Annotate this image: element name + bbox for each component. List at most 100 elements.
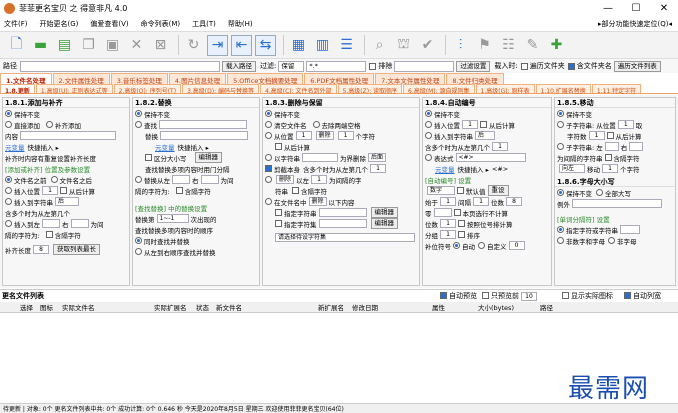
keep-radio[interactable] bbox=[425, 110, 432, 117]
direct-add-radio[interactable] bbox=[5, 121, 12, 128]
subtab-update[interactable]: 1.8.更新 bbox=[0, 84, 35, 95]
editor-button[interactable]: 编辑器 bbox=[370, 207, 398, 218]
traverse-list-button[interactable]: 遍历文件列表 bbox=[613, 60, 661, 72]
occur-stepper[interactable]: 1 bbox=[492, 142, 508, 151]
filter-mode-select[interactable]: 保留 bbox=[278, 60, 305, 72]
with-str-radio[interactable] bbox=[265, 154, 272, 161]
insert-pos-radio[interactable] bbox=[5, 187, 12, 194]
direction-select[interactable]: 向左 bbox=[559, 164, 585, 173]
left-stepper[interactable]: 1 bbox=[311, 175, 328, 184]
example-input[interactable] bbox=[572, 199, 662, 208]
delete2-radio[interactable] bbox=[265, 176, 272, 183]
close-icon[interactable]: ⊠ bbox=[150, 35, 171, 56]
menu-rename[interactable]: 开始更名(G) bbox=[40, 19, 79, 29]
copy-icon[interactable]: ❐ bbox=[78, 35, 99, 56]
add-folder-plus-icon[interactable]: ▤ bbox=[54, 35, 75, 56]
insert-to-str-radio[interactable] bbox=[425, 132, 432, 139]
filter-input[interactable]: *.* bbox=[306, 60, 367, 72]
col-new-ext[interactable]: 新扩展名 bbox=[318, 302, 344, 312]
from-right-checkbox[interactable] bbox=[60, 187, 67, 194]
order2-radio[interactable] bbox=[135, 248, 142, 255]
col-path[interactable]: 路径 bbox=[540, 302, 553, 312]
var-link[interactable]: 元变量 bbox=[155, 142, 175, 152]
spec-set-checkbox[interactable] bbox=[275, 220, 282, 227]
left-input[interactable] bbox=[42, 219, 60, 228]
split-stepper[interactable]: 1 bbox=[440, 230, 456, 239]
spec-str-checkbox[interactable] bbox=[275, 209, 282, 216]
insert-to-radio[interactable] bbox=[5, 220, 12, 227]
move-stepper[interactable]: 1 bbox=[602, 164, 618, 173]
keep-radio[interactable] bbox=[265, 110, 272, 117]
subtab-external[interactable]: 4.高级(C): 文件名到外部 bbox=[260, 84, 337, 95]
col-new-name[interactable]: 新文件名 bbox=[216, 302, 242, 312]
var-link[interactable]: 元变量 bbox=[5, 142, 25, 152]
case-sens-checkbox[interactable] bbox=[145, 154, 152, 161]
order1-radio[interactable] bbox=[135, 237, 142, 244]
editor2-button[interactable]: 编辑器 bbox=[370, 218, 398, 229]
match-case-checkbox[interactable] bbox=[45, 231, 53, 238]
tab-pdf[interactable]: 6.PDF文档属性处理 bbox=[304, 73, 375, 85]
pos-stepper[interactable]: 1 bbox=[295, 131, 312, 140]
left-input[interactable] bbox=[604, 142, 619, 151]
exclude-checkbox[interactable] bbox=[369, 62, 377, 70]
replace-between-radio[interactable] bbox=[135, 176, 142, 183]
clear-name-radio[interactable] bbox=[265, 121, 272, 128]
number-select[interactable]: 数字 bbox=[427, 186, 455, 195]
chars-stepper[interactable]: 1 bbox=[588, 131, 605, 140]
keep2-radio[interactable] bbox=[557, 189, 564, 196]
add-folder-icon[interactable]: ▬ bbox=[30, 35, 51, 56]
auto-radio[interactable] bbox=[453, 242, 460, 249]
minimize-icon[interactable]: — bbox=[594, 0, 622, 17]
refresh-icon[interactable]: ↻ bbox=[183, 35, 204, 56]
menu-help[interactable]: 帮助(H) bbox=[228, 19, 253, 29]
insert-to-str-radio[interactable] bbox=[5, 198, 12, 205]
spec-chars-select[interactable] bbox=[620, 225, 640, 234]
col-icon[interactable]: 图标 bbox=[40, 302, 53, 312]
find-input[interactable] bbox=[159, 120, 247, 129]
grid-icon[interactable]: ▦ bbox=[288, 35, 309, 56]
only-preview-checkbox[interactable] bbox=[482, 292, 489, 299]
tab-filename[interactable]: 1.文件名处理 bbox=[0, 73, 52, 85]
filter-setting-button[interactable]: 过滤设置 bbox=[456, 60, 491, 72]
start-stepper[interactable]: 1 bbox=[440, 197, 456, 206]
col-attr[interactable]: 属性 bbox=[432, 302, 445, 312]
tab-music[interactable]: 3.音乐标签处理 bbox=[110, 73, 168, 85]
editor-button[interactable]: 编辑器 bbox=[194, 152, 222, 163]
menu-file[interactable]: 文件(F) bbox=[4, 19, 28, 29]
cut-text-checkbox[interactable] bbox=[265, 165, 272, 172]
right-input[interactable] bbox=[629, 142, 644, 151]
subtab-ruleset[interactable]: 6.高级(M): 源自规则集 bbox=[403, 84, 475, 95]
subtab-ext-replace[interactable]: 1.10.扩展名替换 bbox=[535, 84, 591, 95]
right-input[interactable] bbox=[200, 175, 219, 184]
subtab-serial[interactable]: 2.高级(O): 序列号(T) bbox=[113, 84, 182, 95]
pos-stepper[interactable]: 1 bbox=[617, 120, 634, 129]
step-stepper[interactable]: 1 bbox=[473, 197, 489, 206]
zero-input[interactable] bbox=[433, 208, 452, 217]
col-name[interactable]: 实际文件名 bbox=[62, 302, 95, 312]
import-path-button[interactable]: 载入路径 bbox=[222, 60, 256, 72]
auto-preview-checkbox[interactable] bbox=[440, 292, 447, 299]
find-radio[interactable] bbox=[135, 121, 142, 128]
pos-stepper[interactable]: 1 bbox=[462, 120, 478, 129]
col-ext[interactable]: 实际扩展名 bbox=[154, 302, 187, 312]
sort-checkbox[interactable] bbox=[458, 231, 465, 238]
gap-keep-checkbox[interactable] bbox=[604, 154, 612, 161]
content-input[interactable] bbox=[20, 131, 116, 140]
quick-insert-button[interactable]: 快捷插入 ▸ bbox=[28, 142, 59, 152]
add-file-icon[interactable]: 🗋 bbox=[6, 35, 27, 56]
occur-stepper[interactable]: 1 bbox=[370, 164, 386, 173]
subtab-table[interactable]: 1.高级(G): 原样表 bbox=[475, 84, 535, 95]
from-right-checkbox[interactable] bbox=[275, 143, 282, 150]
left-input[interactable] bbox=[172, 175, 190, 184]
close-window-icon[interactable]: ✕ bbox=[650, 0, 678, 17]
range-select[interactable]: 1~-1 bbox=[156, 214, 189, 223]
reset-button[interactable]: 重设 bbox=[487, 185, 509, 196]
after-select[interactable]: 后 bbox=[475, 131, 495, 140]
preview-count-input[interactable]: 10 bbox=[521, 291, 537, 301]
charset-select[interactable]: 请选择待设字符集 bbox=[275, 233, 415, 242]
check-icon[interactable]: ✔ bbox=[417, 35, 438, 56]
col-size[interactable]: 大小(bytes) bbox=[478, 302, 514, 312]
count-stepper[interactable]: 1 bbox=[337, 131, 354, 140]
col-select[interactable]: 选择 bbox=[20, 302, 33, 312]
subtab-order[interactable]: 5.高级(Z): 读取顺序 bbox=[337, 84, 403, 95]
